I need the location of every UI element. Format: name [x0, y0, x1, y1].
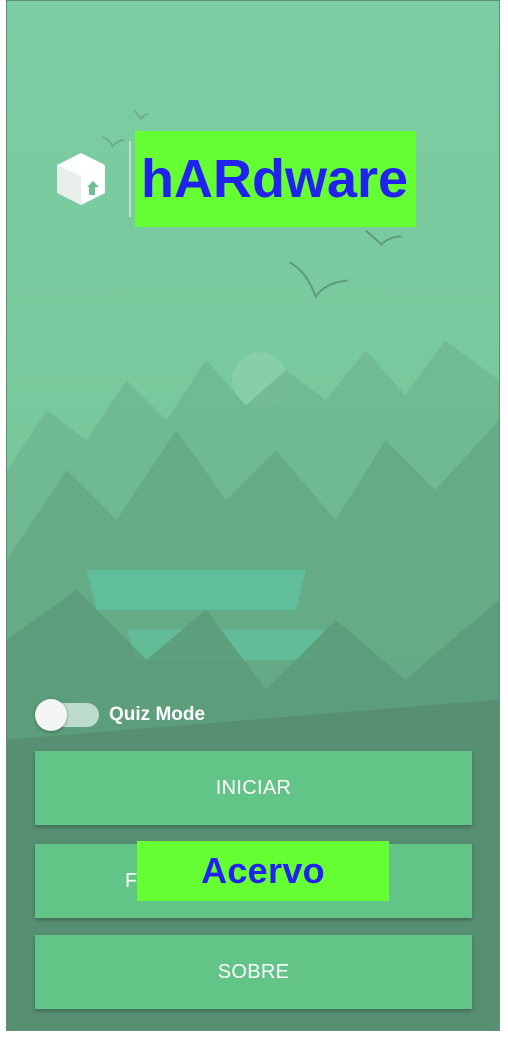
acervo-button-prefix: F [125, 870, 138, 892]
sobre-button[interactable]: SOBRE [35, 935, 472, 1009]
quiz-mode-toggle[interactable] [35, 699, 99, 731]
quiz-mode-row: Quiz Mode [35, 699, 205, 731]
quiz-mode-label: Quiz Mode [109, 704, 206, 725]
app-screen: hARdware Quiz Mode INICIAR F Acervo SOBR… [6, 0, 500, 1031]
cube-icon [57, 153, 105, 205]
acervo-button-label: Acervo [137, 841, 389, 901]
app-title: hARdware [135, 131, 417, 227]
iniciar-button-label: INICIAR [215, 776, 292, 799]
app-header: hARdware [55, 131, 417, 227]
iniciar-button[interactable]: INICIAR [35, 751, 472, 825]
logo-separator [129, 141, 131, 217]
acervo-button[interactable]: F Acervo [35, 841, 472, 918]
toggle-thumb [35, 699, 67, 731]
sobre-button-label: SOBRE [217, 960, 290, 983]
